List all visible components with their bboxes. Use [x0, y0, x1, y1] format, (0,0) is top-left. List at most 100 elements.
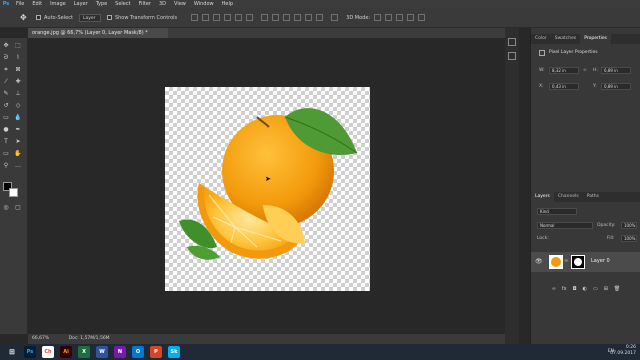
layer-thumbnail[interactable] [549, 255, 563, 269]
menu-view[interactable]: View [170, 1, 190, 7]
auto-select-checkbox[interactable] [36, 15, 41, 20]
move-tool-icon[interactable]: ✥ [2, 42, 10, 50]
width-field[interactable]: 8,32 in [549, 67, 579, 74]
y-field[interactable]: 0,89 in [601, 83, 631, 90]
3d-rotate-icon[interactable] [374, 14, 382, 21]
taskbar-app-chrome[interactable]: Ch [42, 346, 54, 358]
doc-size-info[interactable]: Doc: 1,57M/1,56M [69, 336, 110, 341]
align-left-icon[interactable] [224, 14, 232, 21]
path-select-tool-icon[interactable]: ➤ [14, 138, 22, 146]
new-group-icon[interactable]: ▭ [593, 286, 598, 296]
eyedropper-tool-icon[interactable]: ⁄ [2, 78, 10, 86]
taskbar-app-powerpoint[interactable]: P [150, 346, 162, 358]
mask-link-icon[interactable]: ∞ [564, 258, 568, 264]
taskbar-app-word[interactable]: W [96, 346, 108, 358]
menu-help[interactable]: Help [218, 1, 237, 7]
blur-tool-icon[interactable]: 💧 [14, 114, 22, 122]
distribute-3-icon[interactable] [283, 14, 291, 21]
start-button[interactable]: ⊞ [6, 346, 18, 358]
layer-row[interactable]: 👁 ∞ Layer 0 [531, 252, 640, 272]
taskbar-app-onenote[interactable]: N [114, 346, 126, 358]
menu-edit[interactable]: Edit [28, 1, 46, 7]
marquee-tool-icon[interactable]: ⬚ [14, 42, 22, 50]
taskbar-app-excel[interactable]: X [78, 346, 90, 358]
add-mask-icon[interactable]: ◘ [573, 286, 577, 296]
menu-type[interactable]: Type [92, 1, 111, 7]
align-middle-icon[interactable] [202, 14, 210, 21]
frame-tool-icon[interactable]: ⊠ [14, 66, 22, 74]
delete-layer-icon[interactable]: 🗑 [614, 286, 620, 296]
distribute-2-icon[interactable] [272, 14, 280, 21]
align-right-icon[interactable] [246, 14, 254, 21]
layer-filter-kind[interactable]: Kind [537, 208, 577, 215]
auto-select-target-dropdown[interactable]: Layer [78, 13, 101, 22]
3d-slide-icon[interactable] [407, 14, 415, 21]
dodge-tool-icon[interactable]: ● [2, 126, 10, 134]
link-layers-icon[interactable]: ∞ [552, 286, 556, 296]
taskbar-app-skype[interactable]: Sk [168, 346, 180, 358]
distribute-icon[interactable] [261, 14, 269, 21]
show-transform-checkbox[interactable] [106, 15, 112, 20]
new-layer-icon[interactable]: ⊞ [604, 286, 608, 296]
screen-mode-icon[interactable]: ▢ [14, 204, 22, 212]
zoom-level[interactable]: 66,67% [32, 336, 49, 341]
tab-properties[interactable]: Properties [580, 34, 611, 44]
gradient-tool-icon[interactable]: ▭ [2, 114, 10, 122]
3d-scale-icon[interactable] [418, 14, 426, 21]
taskbar-app-photoshop[interactable]: Ps [24, 346, 36, 358]
x-field[interactable]: 0,43 in [549, 83, 579, 90]
quick-mask-icon[interactable]: ◎ [2, 204, 10, 212]
document-canvas[interactable]: ➤ [165, 87, 370, 291]
stamp-tool-icon[interactable]: ⊥ [14, 90, 22, 98]
brush-tool-icon[interactable]: ✎ [2, 90, 10, 98]
menu-filter[interactable]: Filter [135, 1, 155, 7]
align-center-icon[interactable] [235, 14, 243, 21]
tab-channels[interactable]: Channels [554, 192, 583, 202]
tab-layers[interactable]: Layers [531, 192, 554, 202]
menu-window[interactable]: Window [190, 1, 218, 7]
align-bottom-icon[interactable] [213, 14, 221, 21]
healing-tool-icon[interactable]: ✚ [14, 78, 22, 86]
adjustment-layer-icon[interactable]: ◐ [583, 286, 587, 296]
height-field[interactable]: 6,89 in [601, 67, 631, 74]
auto-align-icon[interactable] [331, 14, 339, 21]
move-tool-icon[interactable]: ✥ [20, 13, 30, 23]
shape-tool-icon[interactable]: ▭ [2, 150, 10, 158]
opacity-field[interactable]: 100% [621, 222, 637, 229]
menu-layer[interactable]: Layer [70, 1, 92, 7]
eraser-tool-icon[interactable]: ◇ [14, 102, 22, 110]
pen-tool-icon[interactable]: ✒ [14, 126, 22, 134]
menu-3d[interactable]: 3D [155, 1, 170, 7]
blend-mode-dropdown[interactable]: Normal [537, 222, 593, 229]
history-brush-tool-icon[interactable]: ↺ [2, 102, 10, 110]
menu-select[interactable]: Select [111, 1, 134, 7]
quick-select-tool-icon[interactable]: ⌇ [14, 54, 22, 62]
taskbar-app-illustrator[interactable]: Ai [60, 346, 72, 358]
menu-file[interactable]: File [12, 1, 28, 7]
more-tools-icon[interactable]: … [14, 162, 22, 170]
clock[interactable]: 0:26 07.09.2017 [610, 345, 636, 357]
distribute-6-icon[interactable] [316, 14, 324, 21]
tab-swatches[interactable]: Swatches [551, 34, 581, 44]
history-panel-icon[interactable] [508, 38, 516, 46]
hand-tool-icon[interactable]: ✋ [14, 150, 22, 158]
background-color-swatch[interactable] [9, 188, 18, 197]
distribute-5-icon[interactable] [305, 14, 313, 21]
layer-mask-thumbnail[interactable] [571, 255, 585, 269]
menu-image[interactable]: Image [46, 1, 70, 7]
type-tool-icon[interactable]: T [2, 138, 10, 146]
fx-icon[interactable]: fx [562, 286, 567, 296]
tab-paths[interactable]: Paths [583, 192, 603, 202]
taskbar-app-outlook[interactable]: O [132, 346, 144, 358]
tab-color[interactable]: Color [531, 34, 551, 44]
lasso-tool-icon[interactable]: ᘐ [2, 54, 10, 62]
align-top-icon[interactable] [191, 14, 199, 21]
3d-roll-icon[interactable] [385, 14, 393, 21]
adjustments-panel-icon[interactable] [508, 52, 516, 60]
visibility-eye-icon[interactable]: 👁 [535, 258, 543, 265]
crop-tool-icon[interactable]: ⌗ [2, 66, 10, 74]
document-tab[interactable]: orange.jpg @ 66,7% (Layer 0, Layer Mask/… [28, 28, 168, 38]
fill-field[interactable]: 100% [621, 235, 637, 242]
zoom-tool-icon[interactable]: ⚲ [2, 162, 10, 170]
distribute-4-icon[interactable] [294, 14, 302, 21]
